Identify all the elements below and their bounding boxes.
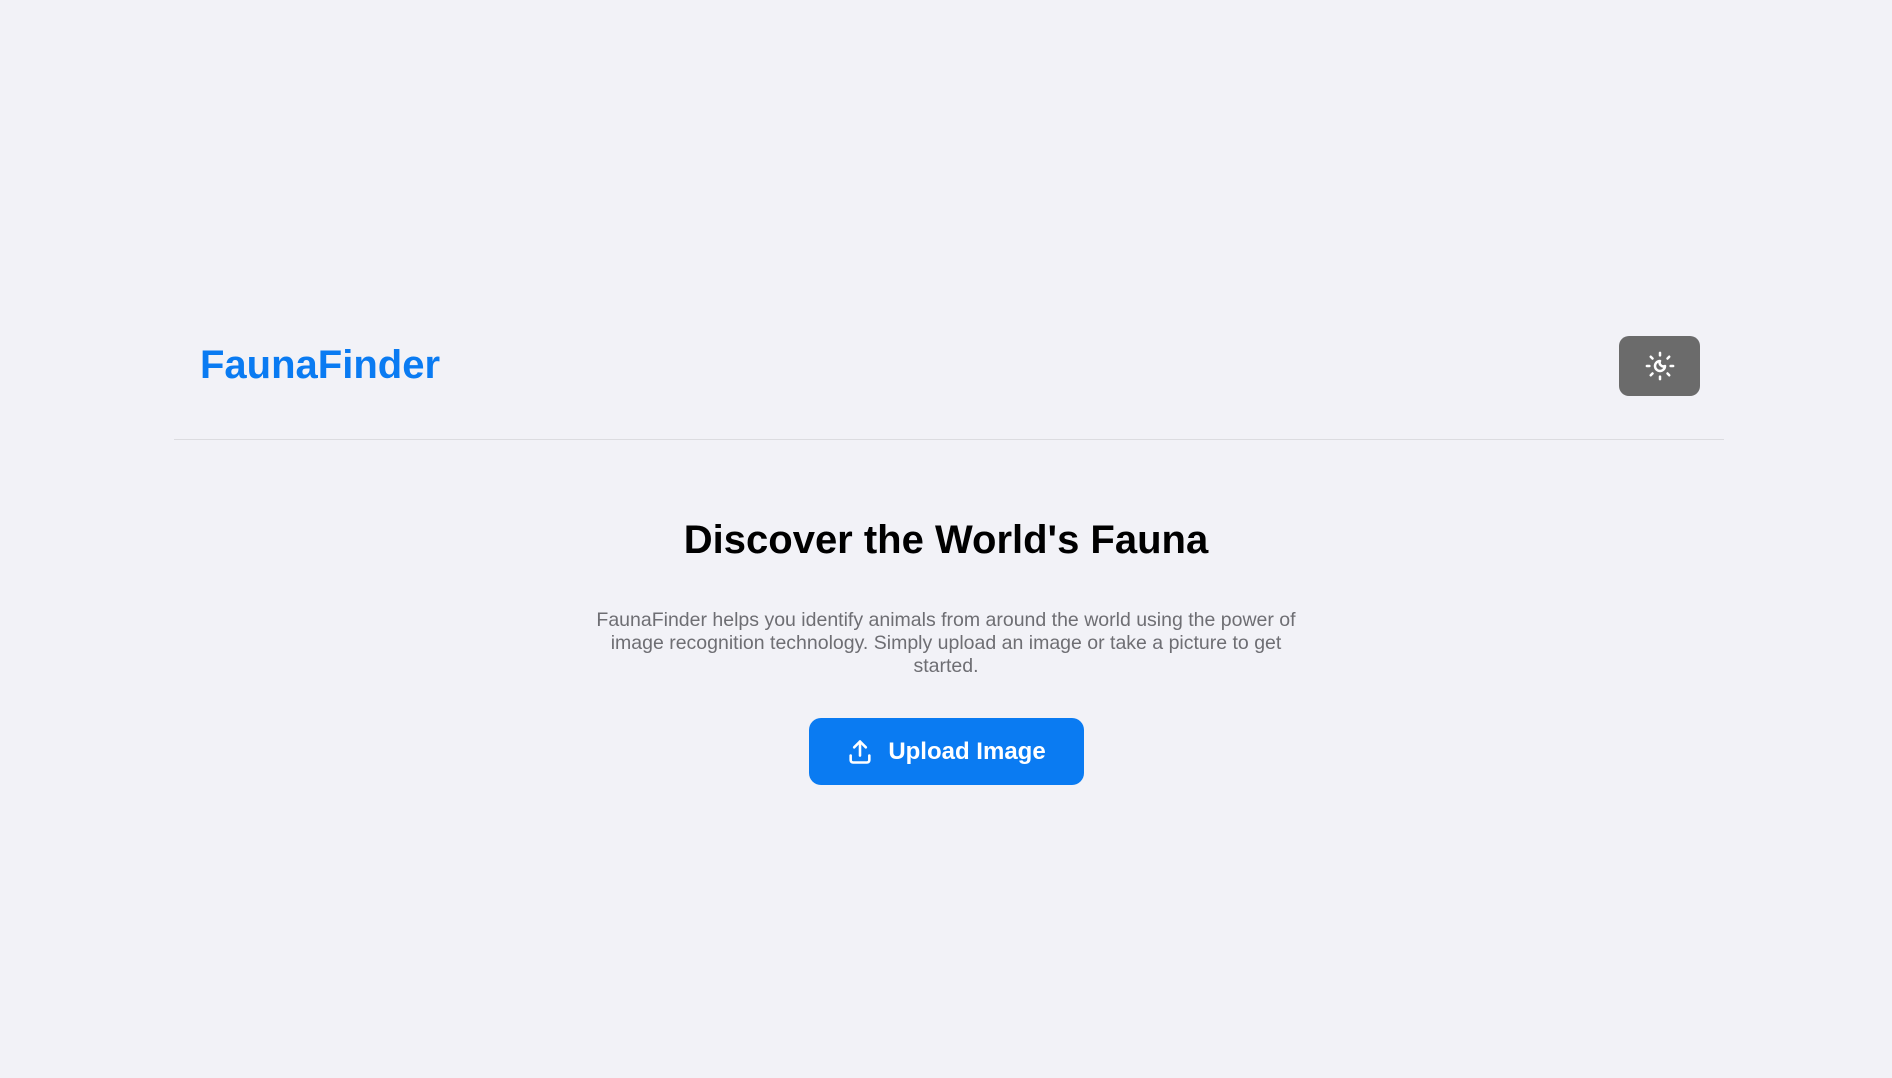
upload-image-button[interactable]: Upload Image (808, 718, 1084, 785)
theme-toggle-button[interactable] (1619, 336, 1700, 396)
upload-icon (846, 738, 874, 766)
hero-title: Discover the World's Fauna (683, 518, 1209, 562)
site-header: FaunaFinder (174, 329, 1724, 440)
hero-description: FaunaFinder helps you identify animals f… (596, 609, 1296, 677)
upload-button-label: Upload Image (888, 737, 1046, 765)
page: FaunaFinder Discover the World's Fauna F… (0, 0, 1892, 1078)
hero-section: Discover the World's Fauna FaunaFinder h… (0, 516, 1892, 785)
app-logo[interactable]: FaunaFinder (200, 341, 440, 389)
theme-toggle-icon (1645, 351, 1675, 381)
